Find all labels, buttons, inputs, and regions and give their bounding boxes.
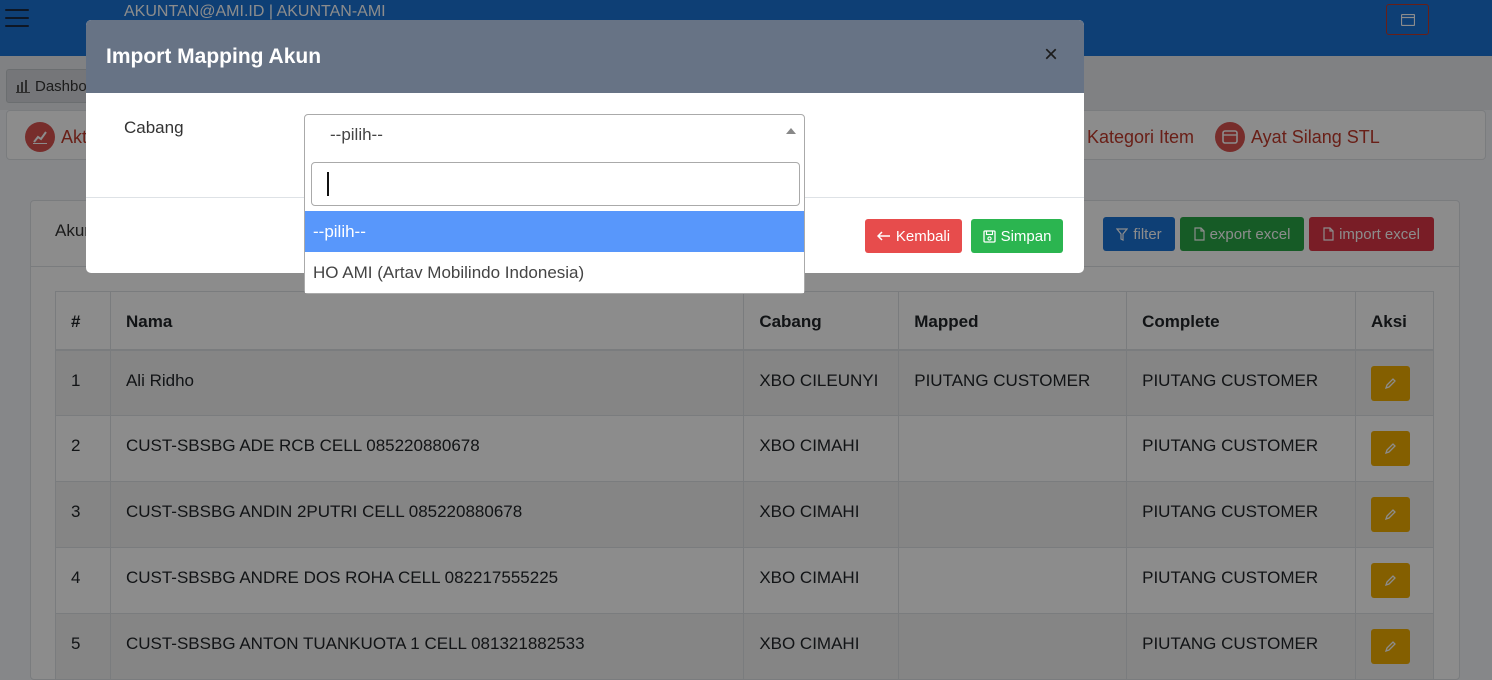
close-icon[interactable]: ×: [1044, 43, 1058, 67]
modal-header: Import Mapping Akun ×: [86, 20, 1084, 93]
kembali-button[interactable]: Kembali: [865, 219, 962, 253]
dropdown-option-ho-ami[interactable]: HO AMI (Artav Mobilindo Indonesia): [305, 252, 804, 293]
kembali-label: Kembali: [895, 227, 951, 245]
chevron-up-icon: [786, 128, 796, 134]
cabang-dropdown: --pilih-- HO AMI (Artav Mobilindo Indone…: [304, 156, 805, 294]
cabang-select-value: --pilih--: [330, 125, 383, 144]
arrow-left-icon: [876, 231, 890, 241]
cabang-label: Cabang: [124, 118, 184, 137]
modal-title: Import Mapping Akun: [106, 45, 322, 68]
dropdown-option-pilih[interactable]: --pilih--: [305, 211, 804, 252]
simpan-label: Simpan: [1000, 227, 1052, 245]
cabang-select[interactable]: --pilih--: [304, 114, 805, 157]
save-icon: [982, 229, 996, 243]
simpan-button[interactable]: Simpan: [971, 219, 1063, 253]
cabang-search-input[interactable]: [311, 162, 800, 206]
text-cursor: [327, 172, 329, 196]
